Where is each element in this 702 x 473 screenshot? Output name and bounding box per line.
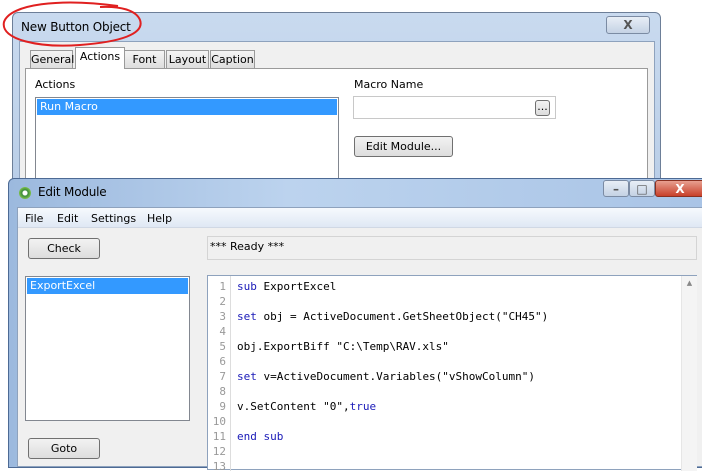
- tab-general[interactable]: General: [30, 50, 74, 69]
- code-line[interactable]: v.SetContent "0",true: [237, 400, 376, 413]
- code-area[interactable]: 1 sub ExportExcel 2 3 set obj = ActiveDocume…: [208, 280, 678, 473]
- browse-button[interactable]: ...: [535, 100, 550, 116]
- code-text: obj = ActiveDocument.GetSheetObject("CH4…: [256, 310, 549, 323]
- code-keyword: end sub: [237, 430, 284, 443]
- code-keyword: true: [349, 400, 377, 413]
- code-line[interactable]: end sub: [237, 430, 283, 443]
- tab-font[interactable]: Font: [124, 50, 165, 69]
- code-line[interactable]: set v=ActiveDocument.Variables("vShowCol…: [237, 370, 535, 383]
- line-number: 9: [219, 400, 226, 413]
- edit-module-window: Edit Module – □ X File Edit Settings Hel…: [8, 178, 702, 473]
- line-number: 8: [219, 385, 226, 398]
- actions-label: Actions: [35, 78, 76, 91]
- line-number: 2: [219, 295, 226, 308]
- macro-name-label: Macro Name: [354, 78, 424, 91]
- qlikview-icon: [19, 187, 31, 199]
- goto-button[interactable]: Goto: [28, 438, 100, 459]
- window-title: Edit Module: [38, 185, 107, 199]
- code-line[interactable]: sub ExportExcel: [237, 280, 336, 293]
- close-button[interactable]: X: [606, 16, 650, 34]
- code-text: v=ActiveDocument.Variables("vShowColumn"…: [256, 370, 536, 383]
- line-number: 11: [212, 430, 226, 443]
- maximize-button[interactable]: □: [629, 180, 655, 197]
- line-number: 12: [212, 445, 226, 458]
- code-text: obj.ExportBiff "C:\Temp\RAV.xls": [237, 340, 449, 353]
- line-number: 5: [219, 340, 226, 353]
- module-list[interactable]: ExportExcel: [25, 276, 190, 421]
- code-text: v.SetContent "0",: [237, 400, 350, 413]
- line-number: 6: [219, 355, 226, 368]
- menu-help[interactable]: Help: [147, 212, 172, 225]
- window-client: File Edit Settings Help Check *** Ready …: [17, 207, 702, 473]
- line-number: 4: [219, 325, 226, 338]
- scroll-up-arrow-icon[interactable]: ▲: [682, 279, 697, 287]
- annotation-circle: [2, 1, 142, 47]
- code-keyword: set: [237, 370, 257, 383]
- list-item[interactable]: Run Macro: [37, 99, 337, 115]
- code-line[interactable]: obj.ExportBiff "C:\Temp\RAV.xls": [237, 340, 449, 353]
- minimize-button[interactable]: –: [603, 180, 629, 197]
- macro-name-input[interactable]: [353, 96, 556, 119]
- tab-caption[interactable]: Caption: [210, 50, 255, 69]
- tab-layout[interactable]: Layout: [166, 50, 209, 69]
- code-keyword: sub: [237, 280, 257, 293]
- menu-edit[interactable]: Edit: [57, 212, 78, 225]
- list-item[interactable]: ExportExcel: [27, 278, 188, 294]
- line-number: 3: [219, 310, 226, 323]
- close-button[interactable]: X: [655, 180, 702, 197]
- line-number: 10: [212, 415, 226, 428]
- code-line[interactable]: set obj = ActiveDocument.GetSheetObject(…: [237, 310, 548, 323]
- status-box: *** Ready ***: [207, 236, 697, 260]
- line-number: 13: [212, 460, 226, 473]
- code-editor[interactable]: 1 sub ExportExcel 2 3 set obj = ActiveDocume…: [207, 275, 697, 473]
- code-keyword: set: [237, 310, 257, 323]
- vertical-scrollbar[interactable]: ▲: [681, 276, 697, 471]
- line-number: 7: [219, 370, 226, 383]
- menu-settings[interactable]: Settings: [91, 212, 136, 225]
- menu-file[interactable]: File: [25, 212, 43, 225]
- line-number: 1: [219, 280, 226, 293]
- check-button[interactable]: Check: [28, 238, 100, 259]
- tab-actions[interactable]: Actions: [75, 47, 125, 69]
- edit-module-button[interactable]: Edit Module...: [354, 136, 453, 157]
- menu-bar: File Edit Settings Help: [18, 208, 702, 228]
- code-text: ExportExcel: [256, 280, 337, 293]
